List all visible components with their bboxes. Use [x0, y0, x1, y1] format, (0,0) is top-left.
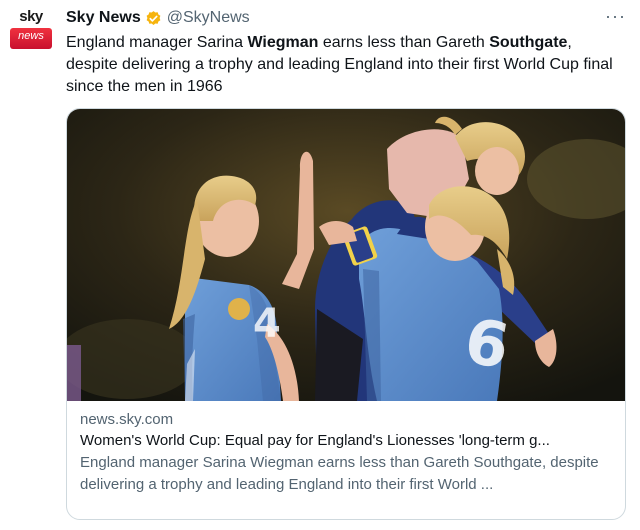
account-name[interactable]: Sky News [66, 9, 141, 27]
link-preview-card[interactable]: 6 4 news.sky.com Women's World Cup: Equa… [66, 108, 626, 520]
card-info[interactable]: news.sky.com Women's World Cup: Equal pa… [80, 410, 615, 496]
avatar-sky-text: sky [19, 8, 43, 25]
tweet-text-segment: earns less than Gareth [318, 34, 490, 51]
sky-news-avatar[interactable]: sky news [8, 6, 54, 52]
svg-text:4: 4 [253, 301, 281, 347]
avatar-news-text: news [18, 30, 44, 42]
account-handle[interactable]: @SkyNews [167, 9, 250, 27]
card-description: England manager Sarina Wiegman earns les… [80, 454, 599, 493]
tweet-text-segment: England manager Sarina [66, 34, 248, 51]
tweet-bold-wiegman: Wiegman [247, 34, 319, 51]
tweet-header: Sky News @SkyNews [66, 8, 250, 28]
card-title: Women's World Cup: Equal pay for England… [80, 432, 550, 449]
tweet-bold-southgate: Southgate [489, 34, 568, 51]
card-domain: news.sky.com [80, 411, 174, 428]
tweet-text: England manager Sarina Wiegman earns les… [66, 32, 626, 98]
more-options-icon[interactable]: ··· [605, 6, 626, 27]
article-photo[interactable]: 6 4 [67, 109, 626, 401]
verified-badge-icon [146, 10, 161, 25]
